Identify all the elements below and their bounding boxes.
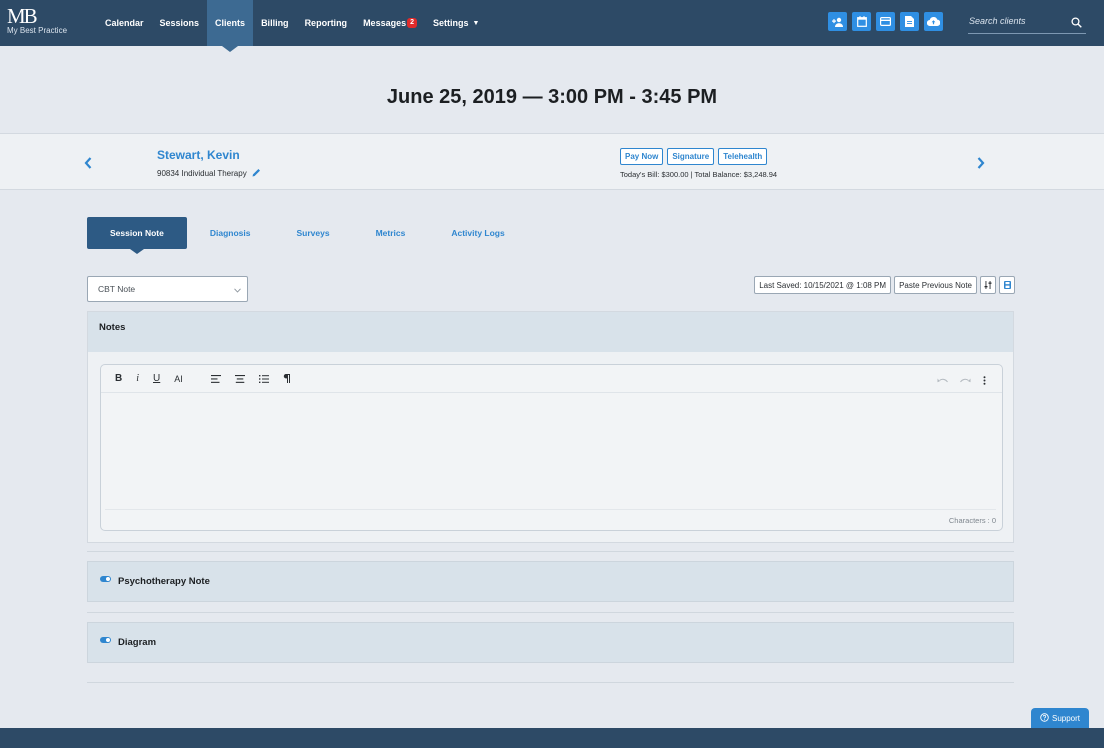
- pay-now-button[interactable]: Pay Now: [620, 148, 664, 165]
- edit-pencil-icon[interactable]: [252, 168, 261, 179]
- nav-label: Sessions: [159, 18, 200, 28]
- tab-metrics[interactable]: Metrics: [353, 217, 429, 249]
- notes-editor: B i U AI Characters: 0: [100, 364, 1003, 531]
- cloud-upload-icon[interactable]: [924, 12, 943, 31]
- previous-session-arrow-icon[interactable]: [84, 156, 92, 174]
- logo-text: My Best Practice: [7, 26, 68, 35]
- psychotherapy-note-section[interactable]: Psychotherapy Note: [87, 561, 1014, 602]
- nav-label: Reporting: [304, 18, 348, 28]
- signature-button[interactable]: Signature: [667, 148, 715, 165]
- note-template-select[interactable]: CBT Note: [87, 276, 248, 302]
- client-search: [968, 10, 1086, 34]
- divider: [87, 612, 1014, 613]
- calendar-icon[interactable]: [852, 12, 871, 31]
- character-count: Characters : 0: [105, 509, 996, 525]
- search-icon[interactable]: [1071, 15, 1082, 33]
- help-circle-icon: [1040, 712, 1049, 724]
- tab-session-note[interactable]: Session Note: [87, 217, 187, 254]
- more-options-icon[interactable]: [983, 372, 986, 390]
- editor-history-tools: [937, 372, 986, 390]
- font-size-button[interactable]: AI: [174, 374, 183, 384]
- section-title: Psychotherapy Note: [118, 576, 210, 587]
- paragraph-icon[interactable]: [283, 374, 291, 383]
- footer-bar: [0, 728, 1104, 748]
- notes-text-area[interactable]: [101, 393, 1002, 507]
- last-saved-button[interactable]: Last Saved: 10/15/2021 @ 1:08 PM: [754, 276, 892, 294]
- tab-activity-logs[interactable]: Activity Logs: [428, 217, 527, 249]
- diagram-section[interactable]: Diagram: [87, 622, 1014, 663]
- align-center-icon[interactable]: [234, 374, 245, 383]
- support-label: Support: [1051, 713, 1081, 723]
- session-date-title: June 25, 2019 — 3:00 PM - 3:45 PM: [386, 86, 718, 108]
- nav-label: Billing: [261, 18, 289, 28]
- nav-messages[interactable]: Messages 2: [355, 0, 425, 46]
- section-title: Diagram: [118, 637, 157, 648]
- align-left-icon[interactable]: [210, 374, 221, 383]
- italic-button[interactable]: i: [136, 373, 139, 384]
- top-navigation-bar: MB My Best Practice Calendar Sessions Cl…: [0, 0, 1104, 52]
- client-service: 90834 Individual Therapy: [157, 168, 261, 179]
- caret-down-icon: ▼: [472, 19, 480, 27]
- support-button[interactable]: Support: [1031, 708, 1089, 728]
- nav-sessions[interactable]: Sessions: [152, 0, 208, 46]
- nav-reporting[interactable]: Reporting: [297, 0, 356, 46]
- quick-action-icons: [828, 12, 943, 31]
- nav-billing[interactable]: Billing: [253, 0, 297, 46]
- editor-toolbar: B i U AI: [101, 365, 1002, 393]
- paste-previous-note-button[interactable]: Paste Previous Note: [894, 276, 977, 294]
- add-client-icon[interactable]: [828, 12, 847, 31]
- nav-settings[interactable]: Settings ▼: [425, 0, 487, 46]
- client-action-buttons: Pay Now Signature Telehealth: [620, 148, 768, 165]
- service-label: 90834 Individual Therapy: [157, 169, 247, 178]
- notes-header: Notes: [88, 312, 1013, 352]
- document-icon[interactable]: [900, 12, 919, 31]
- nav-calendar[interactable]: Calendar: [97, 0, 152, 46]
- selected-template: CBT Note: [98, 284, 136, 294]
- billing-summary: Today's Bill: $300.00 | Total Balance: $…: [620, 170, 778, 179]
- client-name-link[interactable]: Stewart, Kevin: [157, 148, 240, 162]
- save-icon[interactable]: [999, 276, 1015, 294]
- list-icon[interactable]: [258, 374, 269, 383]
- nav-label: Messages: [363, 18, 407, 28]
- redo-icon[interactable]: [960, 372, 971, 390]
- messages-badge: 2: [407, 18, 417, 28]
- tab-surveys[interactable]: Surveys: [273, 217, 352, 249]
- note-tools: Last Saved: 10/15/2021 @ 1:08 PM Paste P…: [754, 276, 1015, 294]
- search-input[interactable]: [968, 10, 1064, 32]
- telehealth-button[interactable]: Telehealth: [718, 148, 768, 165]
- underline-button[interactable]: U: [153, 373, 160, 384]
- divider: [87, 682, 1014, 683]
- tab-diagnosis[interactable]: Diagnosis: [187, 217, 274, 249]
- nav-label: Clients: [215, 18, 246, 28]
- nav-label: Settings: [433, 18, 469, 28]
- notes-panel: Notes B i U AI Characters: 0: [87, 311, 1014, 543]
- logo-mark: MB: [7, 4, 38, 28]
- bold-button[interactable]: B: [115, 373, 122, 384]
- card-icon[interactable]: [876, 12, 895, 31]
- undo-icon[interactable]: [937, 372, 948, 390]
- chevron-down-icon: [234, 285, 241, 295]
- brand-logo[interactable]: MB My Best Practice: [7, 6, 87, 38]
- toggle-icon[interactable]: [100, 575, 111, 582]
- nav-label: Calendar: [105, 18, 144, 28]
- main-nav: Calendar Sessions Clients Billing Report…: [97, 0, 487, 52]
- next-session-arrow-icon[interactable]: [977, 156, 985, 174]
- toggle-icon[interactable]: [100, 636, 111, 643]
- nav-clients[interactable]: Clients: [207, 0, 254, 52]
- sliders-icon[interactable]: [980, 276, 996, 294]
- divider: [87, 551, 1014, 552]
- client-header-band: Stewart, Kevin 90834 Individual Therapy …: [0, 133, 1104, 190]
- session-tabs: Session Note Diagnosis Surveys Metrics A…: [87, 217, 528, 254]
